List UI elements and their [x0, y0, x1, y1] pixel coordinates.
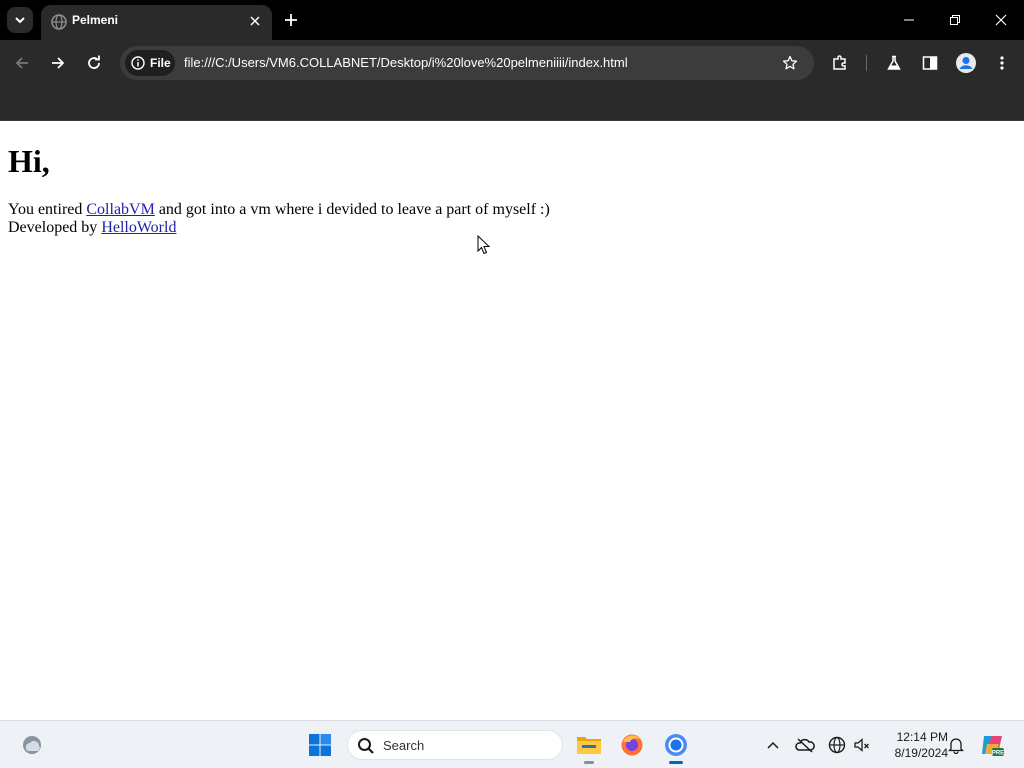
weather-icon: [23, 736, 41, 754]
network-globe-icon: [828, 736, 846, 754]
side-panel-icon: [922, 56, 938, 70]
tray-overflow-button[interactable]: [763, 735, 783, 755]
url-text[interactable]: file:///C:/Users/VM6.COLLABNET/Desktop/i…: [184, 55, 628, 70]
collabvm-link[interactable]: CollabVM: [86, 201, 154, 218]
search-icon: [358, 738, 374, 754]
file-explorer-button[interactable]: [575, 731, 603, 764]
chevron-up-icon: [767, 741, 779, 749]
star-icon: [782, 55, 798, 70]
taskbar-search[interactable]: Search: [347, 730, 563, 760]
profile-icon: [956, 53, 976, 73]
reload-icon: [88, 55, 100, 69]
extensions-icon: [833, 55, 846, 70]
tab-search-button[interactable]: [7, 7, 33, 33]
restore-button[interactable]: [932, 0, 978, 40]
site-info-chip[interactable]: File: [125, 50, 175, 76]
volume-tray-button[interactable]: [852, 735, 872, 755]
side-panel-button[interactable]: [916, 49, 944, 77]
info-icon: [131, 56, 145, 70]
clock[interactable]: 12:14 PM 8/19/2024: [878, 729, 948, 761]
profile-button[interactable]: [952, 49, 980, 77]
search-placeholder: Search: [383, 738, 425, 753]
windows-start-icon: [309, 734, 331, 756]
volume-icon: [854, 738, 869, 752]
tab-strip: Pelmeni: [0, 0, 1024, 40]
credit-line: Developed by HelloWorld: [8, 219, 176, 237]
labs-button[interactable]: [880, 49, 908, 77]
site-info-label: File: [150, 56, 171, 70]
browser-toolbar: File file:///C:/Users/VM6.COLLABNET/Desk…: [0, 40, 1024, 86]
back-button[interactable]: [8, 49, 36, 77]
helloworld-link[interactable]: HelloWorld: [101, 219, 176, 236]
network-tray-button[interactable]: [827, 735, 847, 755]
toolbar-divider: [866, 55, 867, 71]
onedrive-tray-button[interactable]: [795, 735, 815, 755]
minimize-icon: [904, 19, 914, 21]
window-close-button[interactable]: [978, 0, 1024, 40]
notifications-button[interactable]: [946, 735, 966, 755]
firefox-icon: [621, 734, 643, 756]
svg-text:PRE: PRE: [992, 751, 1004, 757]
plus-icon: [285, 14, 297, 26]
clock-time: 12:14 PM: [896, 730, 948, 744]
address-bar[interactable]: File file:///C:/Users/VM6.COLLABNET/Desk…: [120, 46, 814, 80]
extensions-button[interactable]: [826, 49, 854, 77]
taskbar: Search 12:14 PM 8/19/2024 PRE: [0, 720, 1024, 768]
intro-suffix: and got into a vm where i devided to lea…: [154, 201, 550, 218]
back-arrow-icon: [15, 57, 28, 69]
bookmarks-bar: [0, 86, 1024, 121]
new-tab-button[interactable]: [280, 9, 302, 31]
tab-search-icon: [15, 17, 25, 24]
active-tab[interactable]: Pelmeni: [41, 5, 272, 40]
close-icon: [250, 16, 260, 26]
active-indicator: [669, 761, 683, 764]
intro-line: You entired CollabVM and got into a vm w…: [8, 201, 550, 219]
chrome-button[interactable]: [662, 731, 690, 764]
minimize-button[interactable]: [886, 0, 932, 40]
start-button[interactable]: [306, 731, 334, 759]
bookmark-star-button[interactable]: [780, 53, 800, 73]
globe-favicon-icon: [51, 14, 67, 30]
tab-close-button[interactable]: [246, 12, 264, 30]
reload-button[interactable]: [80, 49, 108, 77]
window-close-icon: [995, 14, 1007, 26]
onedrive-offline-icon: [795, 738, 815, 753]
file-explorer-icon: [577, 737, 601, 754]
forward-arrow-icon: [52, 57, 65, 69]
forward-button[interactable]: [44, 49, 72, 77]
labs-flask-icon: [887, 55, 901, 70]
mouse-cursor-icon: [477, 235, 491, 255]
intro-prefix: You entired: [8, 201, 87, 218]
firefox-button[interactable]: [618, 731, 646, 759]
bell-icon: [948, 738, 964, 754]
copilot-icon: PRE: [982, 736, 1004, 757]
chrome-icon: [665, 734, 687, 756]
clock-date: 8/19/2024: [894, 746, 948, 760]
page-heading: Hi,: [8, 143, 50, 179]
credit-prefix: Developed by: [8, 219, 102, 236]
more-vert-icon: [1000, 56, 1004, 70]
tab-title: Pelmeni: [72, 13, 119, 27]
widgets-button[interactable]: [18, 731, 46, 759]
running-indicator: [584, 761, 594, 764]
web-page: Hi, You entired CollabVM and got into a …: [0, 121, 1024, 720]
copilot-button[interactable]: PRE: [978, 731, 1006, 759]
restore-icon: [950, 15, 960, 25]
more-menu-button[interactable]: [988, 49, 1016, 77]
